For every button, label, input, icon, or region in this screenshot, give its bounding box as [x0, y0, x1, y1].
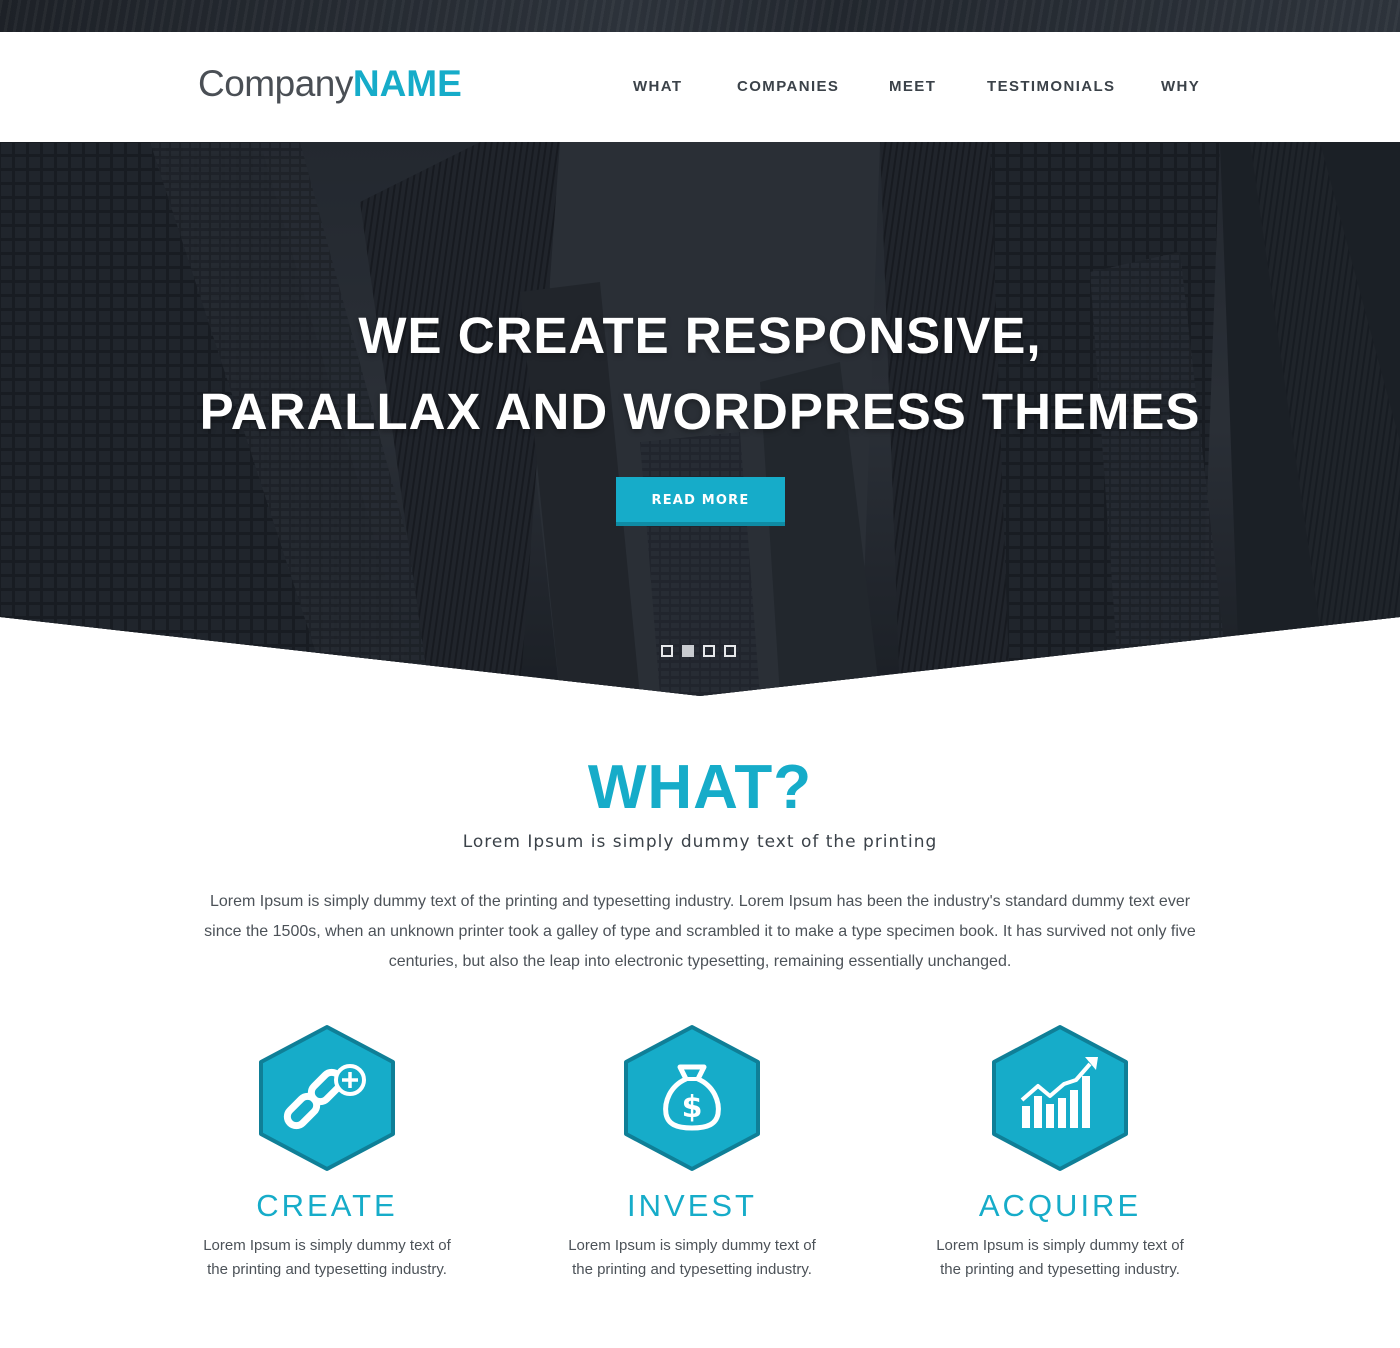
top-background-strip [0, 0, 1400, 32]
feature-invest: $ INVEST Lorem Ipsum is simply dummy tex… [542, 1024, 842, 1282]
feature-create-text: Lorem Ipsum is simply dummy text of the … [203, 1237, 451, 1278]
nav-item-testimonials[interactable]: TESTIMONIALS [987, 77, 1115, 97]
logo-text-light: Company [198, 63, 353, 104]
slider-dot-3[interactable] [703, 645, 715, 657]
feature-acquire: ACQUIRE Lorem Ipsum is simply dummy text… [910, 1024, 1210, 1282]
svg-text:$: $ [682, 1090, 703, 1125]
slider-dot-4[interactable] [724, 645, 736, 657]
company-logo[interactable]: CompanyNAME [198, 62, 462, 106]
nav-item-what[interactable]: WHAT [633, 77, 682, 97]
nav-item-meet[interactable]: MEET [889, 77, 936, 97]
hero-headline: WE CREATE RESPONSIVE, PARALLAX AND WORDP… [0, 298, 1400, 450]
what-section-subheading: Lorem Ipsum is simply dummy text of the … [462, 832, 938, 852]
feature-invest-title: INVEST [627, 1188, 757, 1223]
feature-create: CREATE Lorem Ipsum is simply dummy text … [177, 1024, 477, 1282]
hero-slider: WE CREATE RESPONSIVE, PARALLAX AND WORDP… [0, 142, 1400, 696]
slider-dot-1[interactable] [661, 645, 673, 657]
nav-item-companies[interactable]: COMPANIES [737, 77, 839, 97]
feature-invest-text: Lorem Ipsum is simply dummy text of the … [568, 1237, 816, 1278]
hero-headline-line-2: PARALLAX AND WORDPRESS THEMES [199, 383, 1201, 440]
what-section-heading: WHAT? [587, 753, 813, 822]
slider-dot-2[interactable] [682, 645, 694, 657]
hero-headline-line-1: WE CREATE RESPONSIVE, [358, 307, 1042, 364]
site-header: CompanyNAME WHAT COMPANIES MEET TESTIMON… [0, 32, 1400, 142]
nav-item-why[interactable]: WHY [1161, 77, 1200, 97]
feature-acquire-title: ACQUIRE [978, 1188, 1142, 1223]
growth-chart-icon [992, 1025, 1128, 1171]
logo-text-bold: NAME [352, 63, 462, 104]
read-more-button[interactable]: READ MORE [616, 477, 785, 526]
feature-create-title: CREATE [256, 1188, 398, 1223]
feature-acquire-text: Lorem Ipsum is simply dummy text of the … [936, 1237, 1184, 1278]
chain-link-plus-icon [259, 1025, 395, 1171]
money-bag-icon: $ [624, 1025, 760, 1171]
what-section-body: Lorem Ipsum is simply dummy text of the … [204, 893, 1196, 970]
